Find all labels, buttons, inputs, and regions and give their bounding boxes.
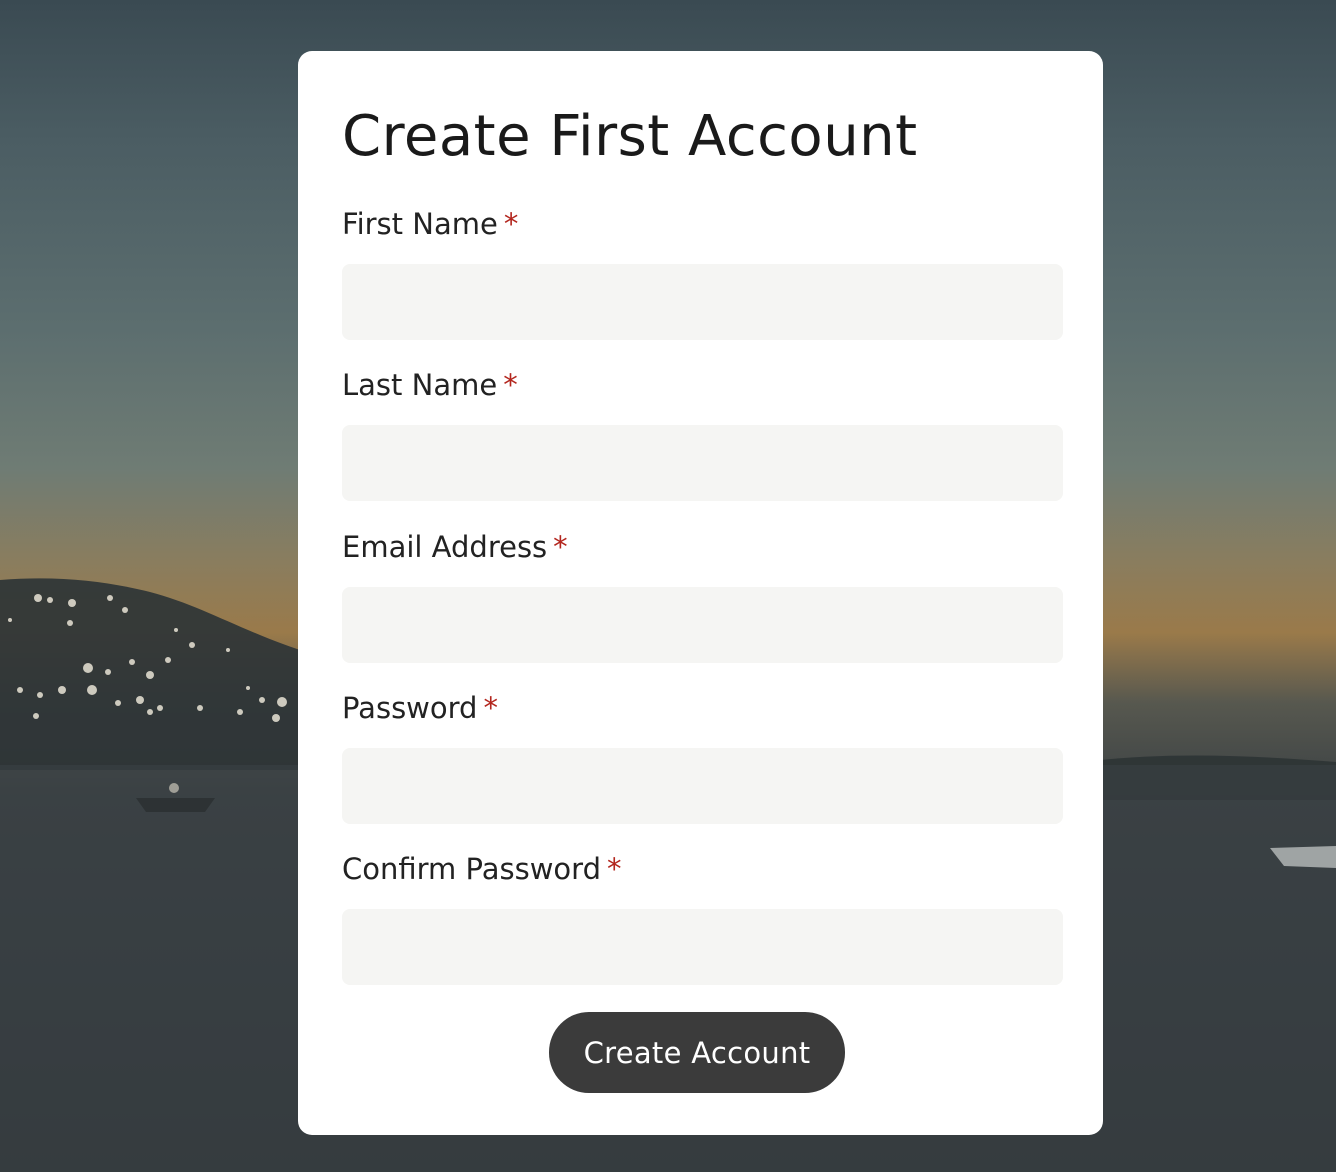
required-marker: * [553, 530, 568, 564]
last-name-label-text: Last Name [342, 368, 498, 402]
first-name-label-text: First Name [342, 207, 498, 241]
email-address-label-text: Email Address [342, 530, 548, 564]
required-marker: * [503, 207, 519, 241]
first-name-field: First Name * [342, 206, 1063, 340]
email-address-field: Email Address * [342, 529, 1063, 663]
create-account-button[interactable]: Create Account [549, 1012, 845, 1093]
required-marker: * [503, 368, 518, 402]
last-name-field: Last Name * [342, 367, 1063, 501]
required-marker: * [606, 852, 622, 886]
confirm-password-field: Confirm Password * [342, 851, 1063, 985]
create-account-card: Create First Account First Name * Last Na… [298, 51, 1103, 1135]
password-label-text: Password [342, 691, 478, 725]
last-name-label: Last Name * [342, 367, 1063, 403]
password-input[interactable] [342, 748, 1063, 824]
confirm-password-label-text: Confirm Password [342, 852, 601, 886]
first-name-input[interactable] [342, 264, 1063, 340]
email-address-label: Email Address * [342, 529, 1063, 565]
email-address-input[interactable] [342, 587, 1063, 663]
page-title: Create First Account [342, 104, 918, 169]
confirm-password-label: Confirm Password * [342, 851, 1063, 887]
password-label: Password * [342, 690, 1063, 726]
required-marker: * [483, 691, 498, 725]
last-name-input[interactable] [342, 425, 1063, 501]
password-field: Password * [342, 690, 1063, 824]
confirm-password-input[interactable] [342, 909, 1063, 985]
first-name-label: First Name * [342, 206, 1063, 242]
